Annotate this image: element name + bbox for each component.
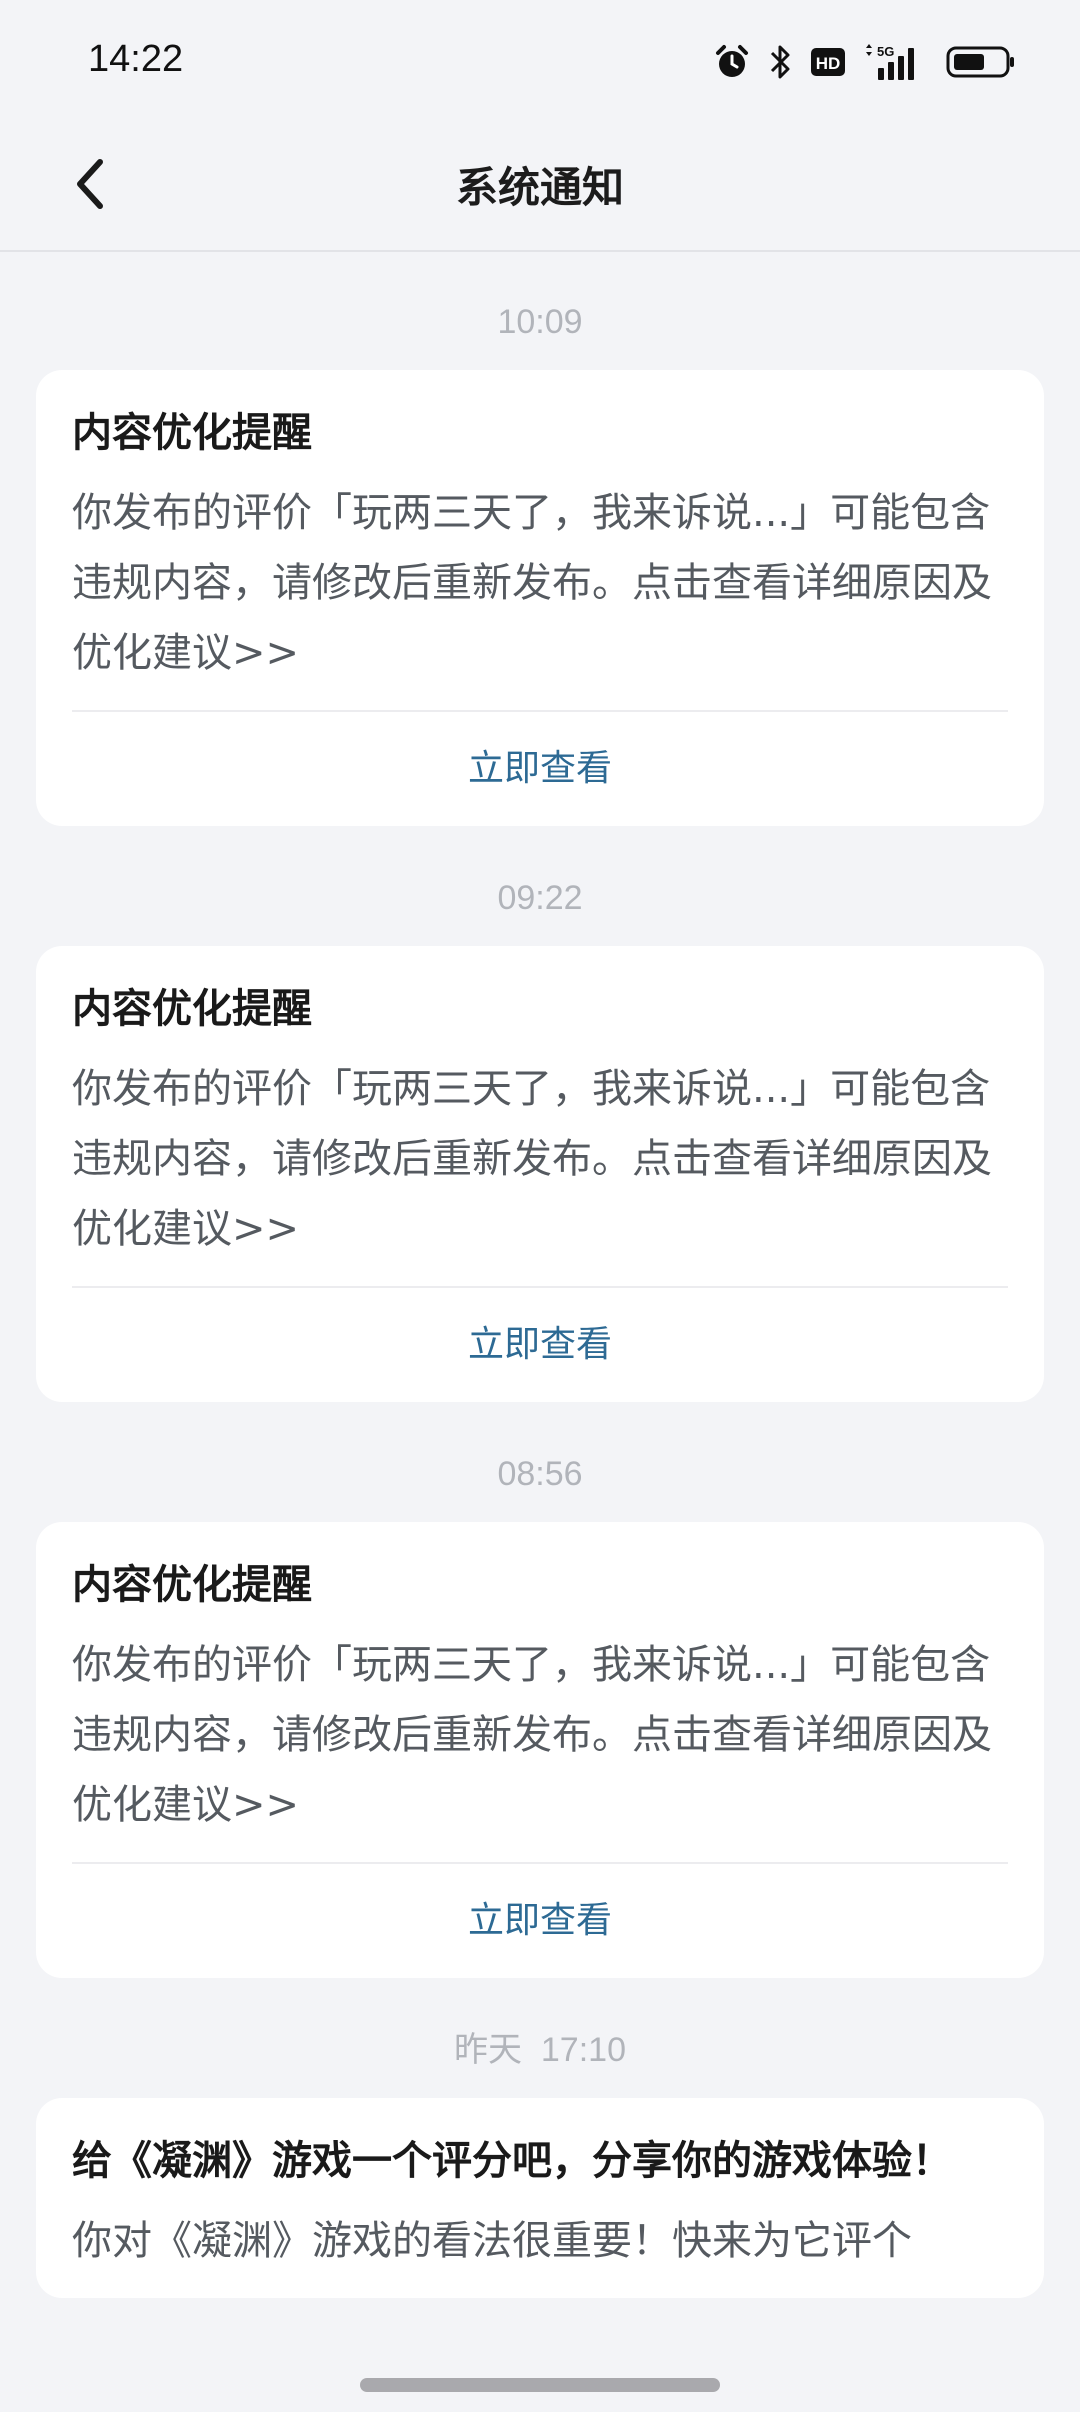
notification-card[interactable]: 内容优化提醒 你发布的评价「玩两三天了，我来诉说...」可能包含违规内容，请修改…	[36, 370, 1044, 826]
notification-list[interactable]: 10:09 内容优化提醒 你发布的评价「玩两三天了，我来诉说...」可能包含违规…	[0, 252, 1080, 2362]
notification-time: 10:09	[497, 303, 583, 341]
notification-title: 给《凝渊》游戏一个评分吧，分享你的游戏体验！	[72, 2138, 952, 2184]
notification-body[interactable]: 你发布的评价「玩两三天了，我来诉说...」可能包含违规内容，请修改后重新发布。点…	[72, 478, 1008, 712]
view-now-button[interactable]: 立即查看	[72, 1864, 1008, 1978]
notification-time: 09:22	[497, 879, 583, 917]
notification-card[interactable]: 内容优化提醒 你发布的评价「玩两三天了，我来诉说...」可能包含违规内容，请修改…	[36, 946, 1044, 1402]
notification-body[interactable]: 你对《凝渊》游戏的看法很重要！快来为它评个	[72, 2206, 1008, 2298]
notification-title: 内容优化提醒	[72, 986, 312, 1032]
status-bar: 14:22 HD 5G	[0, 0, 1080, 124]
view-now-button[interactable]: 立即查看	[72, 1288, 1008, 1402]
alarm-icon	[714, 44, 750, 80]
page-title: 系统通知	[455, 163, 624, 212]
notification-time: 昨天 17:10	[454, 2031, 626, 2069]
notification-card[interactable]: 内容优化提醒 你发布的评价「玩两三天了，我来诉说...」可能包含违规内容，请修改…	[36, 1522, 1044, 1978]
bluetooth-icon	[768, 43, 792, 81]
view-now-button[interactable]: 立即查看	[72, 712, 1008, 826]
notification-card[interactable]: 给《凝渊》游戏一个评分吧，分享你的游戏体验！ 你对《凝渊》游戏的看法很重要！快来…	[36, 2098, 1044, 2298]
home-indicator[interactable]	[360, 2378, 720, 2392]
status-time: 14:22	[88, 38, 184, 80]
notification-title: 内容优化提醒	[72, 410, 312, 456]
notification-title: 内容优化提醒	[72, 1562, 312, 1608]
nav-bar: 系统通知	[0, 124, 1080, 252]
hd-icon: HD	[810, 46, 846, 78]
network-label: 5G	[877, 44, 894, 59]
hd-label: HD	[816, 54, 841, 73]
status-icons: HD 5G	[714, 40, 1016, 84]
battery-icon	[946, 44, 1016, 80]
notification-body[interactable]: 你发布的评价「玩两三天了，我来诉说...」可能包含违规内容，请修改后重新发布。点…	[72, 1054, 1008, 1288]
notification-body[interactable]: 你发布的评价「玩两三天了，我来诉说...」可能包含违规内容，请修改后重新发布。点…	[72, 1630, 1008, 1864]
notification-time: 08:56	[497, 1455, 583, 1493]
5g-signal-icon: 5G	[864, 44, 928, 80]
